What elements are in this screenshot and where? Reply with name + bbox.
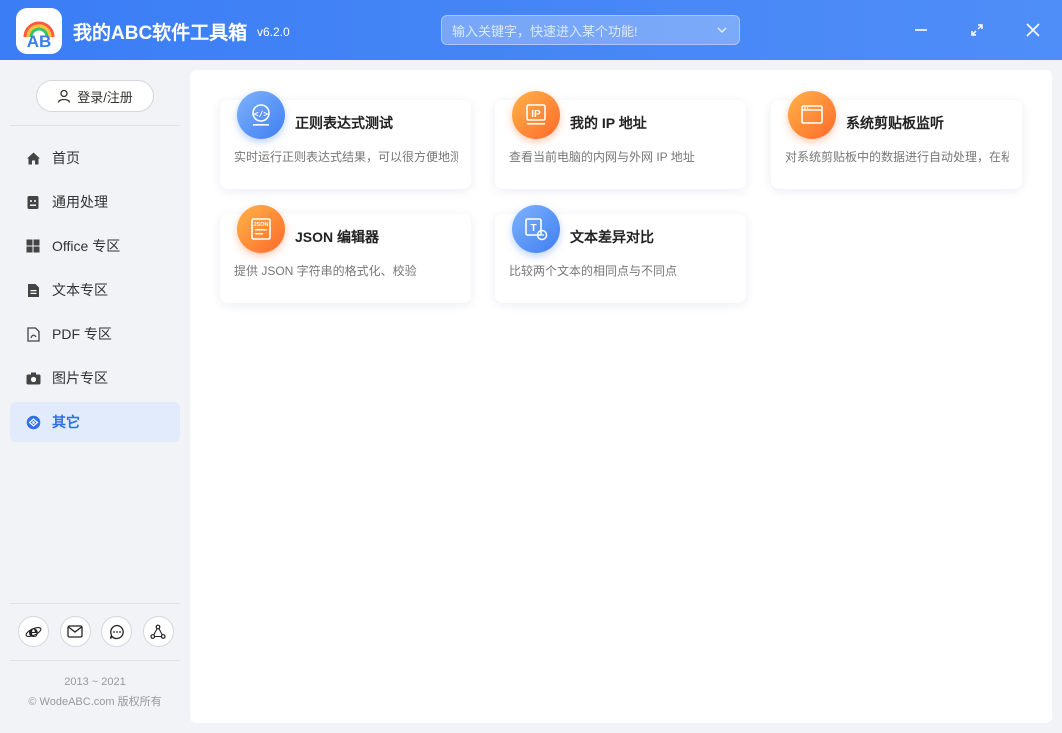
search-input[interactable] [452,21,702,41]
close-icon [1026,23,1040,37]
main-content: </> 正则表达式测试 实时运行正则表达式结果，可以很方便地测试 IP 我的 I… [190,70,1052,723]
card-title: 正则表达式测试 [295,115,393,131]
sidebar-item-office[interactable]: Office 专区 [10,226,180,266]
windows-icon [25,238,41,254]
sidebar-nav: 首页 通用处理 Office 专区 文本专区 PDF 专区 图片专区 其它 [10,138,180,446]
sidebar-footer-icons: e [18,616,174,648]
sidebar-item-label: 文本专区 [52,282,108,298]
minimize-icon [915,29,927,31]
chat-button[interactable] [101,616,133,647]
sidebar-divider [10,603,180,604]
sidebar-item-home[interactable]: 首页 [10,138,180,178]
card-desc: 对系统剪贴板中的数据进行自动处理，在粘贴 [785,150,1009,164]
home-icon [25,150,41,166]
login-register-label: 登录/注册 [77,89,133,105]
tool-card-clipboard[interactable]: 系统剪贴板监听 对系统剪贴板中的数据进行自动处理，在粘贴 [771,91,1022,189]
svg-text:</>: </> [254,110,269,119]
general-icon [25,194,41,210]
svg-text:e: e [28,623,38,640]
card-desc: 查看当前电脑的内网与外网 IP 地址 [509,150,695,164]
app-title: 我的ABC软件工具箱 [73,23,248,44]
login-register-button[interactable]: 登录/注册 [36,80,154,112]
tool-card-ip[interactable]: IP 我的 IP 地址 查看当前电脑的内网与外网 IP 地址 [495,91,746,189]
sidebar-divider [10,660,180,661]
sidebar-item-label: 其它 [52,414,80,430]
sidebar-item-label: 首页 [52,150,80,166]
card-title: JSON 编辑器 [295,229,380,245]
chevron-down-icon[interactable] [715,23,729,37]
sidebar-item-general[interactable]: 通用处理 [10,182,180,222]
app-version: v6.2.0 [257,25,290,39]
mail-icon [67,625,83,638]
text-compare-icon: T [512,205,560,253]
card-title: 文本差异对比 [570,229,654,245]
sidebar-item-label: PDF 专区 [52,326,112,342]
text-file-icon [25,282,41,298]
sidebar-item-pdf[interactable]: PDF 专区 [10,314,180,354]
app-logo-text: AB [27,32,52,51]
search-box[interactable] [441,15,740,45]
sidebar-item-other[interactable]: 其它 [10,402,180,442]
title-bar: AB 我的ABC软件工具箱 v6.2.0 [0,0,1062,60]
user-icon [58,89,71,103]
ie-icon: e [25,623,42,640]
svg-text:JSON: JSON [254,222,269,228]
card-title: 系统剪贴板监听 [846,115,944,131]
chat-icon [109,624,124,639]
svg-text:T: T [530,223,536,234]
sidebar-item-image[interactable]: 图片专区 [10,358,180,398]
card-title: 我的 IP 地址 [570,115,647,131]
other-icon [25,414,41,430]
tool-card-regex[interactable]: </> 正则表达式测试 实时运行正则表达式结果，可以很方便地测试 [220,91,471,189]
sidebar: 登录/注册 首页 通用处理 Office 专区 文本专区 PDF 专区 图片专区… [0,60,190,733]
minimize-button[interactable] [907,16,935,44]
sidebar-item-text[interactable]: 文本专区 [10,270,180,310]
json-icon: JSON [237,205,285,253]
clipboard-window-icon [788,91,836,139]
card-desc: 比较两个文本的相同点与不同点 [509,264,678,278]
pdf-file-icon [25,326,41,342]
share-icon [150,624,167,639]
sidebar-item-label: Office 专区 [52,238,121,254]
ip-icon: IP [512,91,560,139]
app-logo: AB [16,8,62,54]
tool-card-json[interactable]: JSON JSON 编辑器 提供 JSON 字符串的格式化、校验 [220,205,471,303]
card-desc: 提供 JSON 字符串的格式化、校验 [234,264,417,278]
maximize-button[interactable] [963,16,991,44]
tool-card-text-compare[interactable]: T 文本差异对比 比较两个文本的相同点与不同点 [495,205,746,303]
card-desc: 实时运行正则表达式结果，可以很方便地测试 [234,150,458,164]
sidebar-item-label: 通用处理 [52,194,108,210]
mail-button[interactable] [59,616,91,647]
copyright-years: 2013 ~ 2021 [64,676,126,688]
code-icon: </> [237,91,285,139]
share-button[interactable] [142,616,174,647]
svg-text:IP: IP [531,109,541,120]
sidebar-item-label: 图片专区 [52,370,108,386]
close-button[interactable] [1019,16,1047,44]
ie-button[interactable]: e [18,616,49,647]
copyright-text: © WodeABC.com 版权所有 [28,696,162,708]
maximize-icon [971,24,983,36]
camera-icon [25,370,41,386]
sidebar-divider [10,125,180,126]
